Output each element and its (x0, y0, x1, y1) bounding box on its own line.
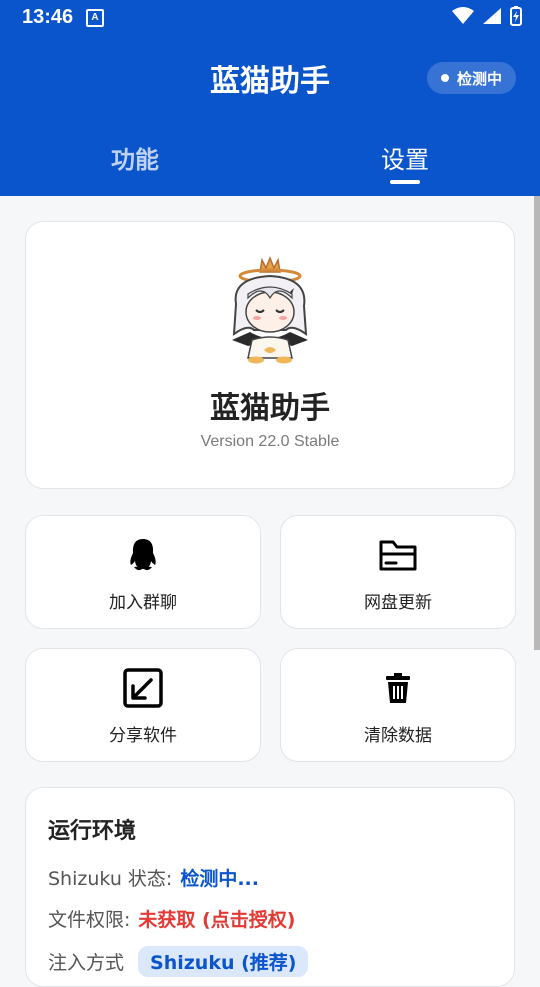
status-chip-label: 检测中 (456, 69, 502, 88)
system-icons (452, 6, 522, 26)
tab-bar: 功能 设置 (0, 130, 540, 196)
injection-method-row: 注入方式 Shizuku (推荐) (48, 946, 309, 977)
tab-indicator (390, 180, 420, 184)
injection-method-label: 注入方式 (48, 952, 125, 974)
shizuku-status-value: 检测中... (180, 868, 259, 890)
share-app-label: 分享软件 (109, 726, 177, 746)
app-name: 蓝猫助手 (210, 391, 330, 426)
clear-data-button[interactable]: 清除数据 (280, 648, 516, 762)
join-group-label: 加入群聊 (109, 593, 177, 613)
share-arrow-icon (26, 668, 260, 708)
status-chip[interactable]: 检测中 (426, 62, 516, 94)
status-time: 13:46 (22, 6, 74, 28)
tab-settings[interactable]: 设置 (270, 140, 540, 175)
shizuku-status-label: Shizuku 状态: (48, 868, 173, 890)
shizuku-status-row: Shizuku 状态: 检测中... (48, 864, 259, 891)
cloud-update-label: 网盘更新 (364, 593, 432, 613)
app-bar: 13:46 A 蓝猫助手 检测中 功能 设置 (0, 0, 540, 196)
file-permission-value[interactable]: 未获取 (点击授权) (138, 909, 295, 931)
clear-data-label: 清除数据 (364, 726, 432, 746)
accessibility-a-icon: A (86, 9, 104, 27)
folder-icon (281, 536, 515, 574)
wifi-icon (452, 7, 474, 24)
chibi-character-icon (232, 255, 308, 364)
file-permission-label: 文件权限: (48, 909, 131, 931)
signal-icon (483, 8, 501, 24)
trash-icon (281, 669, 515, 707)
status-bar: 13:46 A (0, 0, 540, 36)
file-permission-row[interactable]: 文件权限: 未获取 (点击授权) (48, 905, 295, 932)
status-dot-icon (440, 74, 449, 82)
battery-charging-icon (510, 6, 522, 26)
injection-method-value[interactable]: Shizuku (推荐) (138, 946, 309, 977)
scrollbar[interactable] (534, 196, 540, 650)
share-app-button[interactable]: 分享软件 (25, 648, 261, 762)
app-version: Version 22.0 Stable (200, 433, 340, 450)
runtime-environment-title: 运行环境 (48, 819, 137, 844)
tab-features[interactable]: 功能 (0, 140, 270, 175)
join-group-button[interactable]: 加入群聊 (25, 515, 261, 629)
qq-penguin-icon (26, 536, 260, 574)
cloud-update-button[interactable]: 网盘更新 (280, 515, 516, 629)
